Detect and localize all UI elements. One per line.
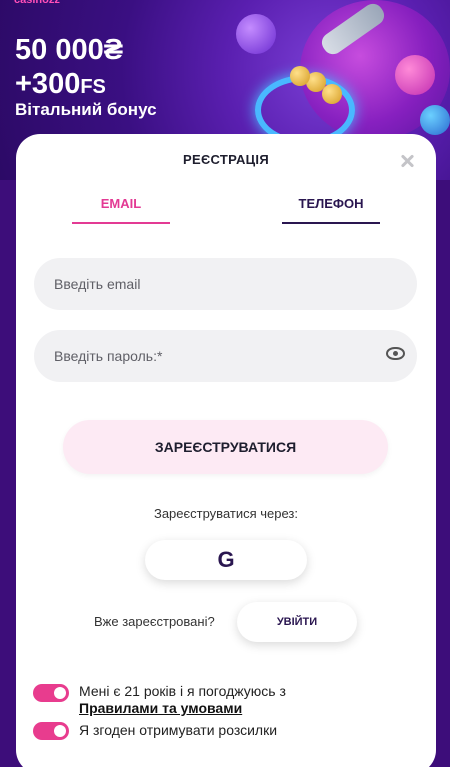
free-spins-value: +300	[15, 68, 81, 100]
register-via-label: Зареєструватися через:	[153, 506, 299, 521]
terms-link[interactable]: Правилами та умовами	[79, 700, 242, 716]
already-registered-label: Вже зареєстровані?	[94, 614, 215, 629]
tab-phone[interactable]: ТЕЛЕФОН	[282, 196, 380, 224]
tab-email[interactable]: EMAIL	[72, 196, 170, 224]
planet-decoration	[420, 105, 450, 135]
email-field[interactable]	[34, 258, 417, 310]
free-spins: +300FS	[15, 68, 106, 103]
mailing-consent-toggle[interactable]	[33, 722, 69, 740]
eye-icon[interactable]	[386, 347, 405, 360]
bonus-amount: 50 000₴	[15, 34, 124, 66]
free-spins-unit: FS	[80, 76, 106, 98]
mailing-consent-label: Я згоден отримувати розсилки	[79, 722, 278, 738]
close-icon[interactable]	[400, 154, 414, 168]
brand-logo: casinozz	[14, 0, 60, 6]
registration-modal: РЕЄСТРАЦІЯ EMAIL ТЕЛЕФОН ЗАРЕЄСТРУВАТИСЯ…	[16, 134, 436, 767]
google-icon[interactable]: G	[145, 540, 307, 580]
register-button[interactable]: ЗАРЕЄСТРУВАТИСЯ	[63, 420, 388, 474]
age-consent-text: Мені є 21 років і я погоджуюсь з Правила…	[79, 683, 286, 717]
modal-title: РЕЄСТРАЦІЯ	[183, 152, 269, 167]
email-field-wrapper	[34, 258, 417, 310]
planet-decoration	[236, 14, 276, 54]
login-button[interactable]: УВІЙТИ	[237, 602, 357, 642]
planet-decoration	[395, 55, 435, 95]
password-field[interactable]	[34, 330, 417, 382]
coin-decoration	[290, 66, 310, 86]
password-field-wrapper	[34, 330, 417, 382]
coin-decoration	[322, 84, 342, 104]
age-consent-label: Мені є 21 років і я погоджуюсь з	[79, 683, 286, 699]
age-consent-toggle[interactable]	[33, 684, 69, 702]
welcome-bonus-label: Вітальний бонус	[15, 100, 157, 119]
